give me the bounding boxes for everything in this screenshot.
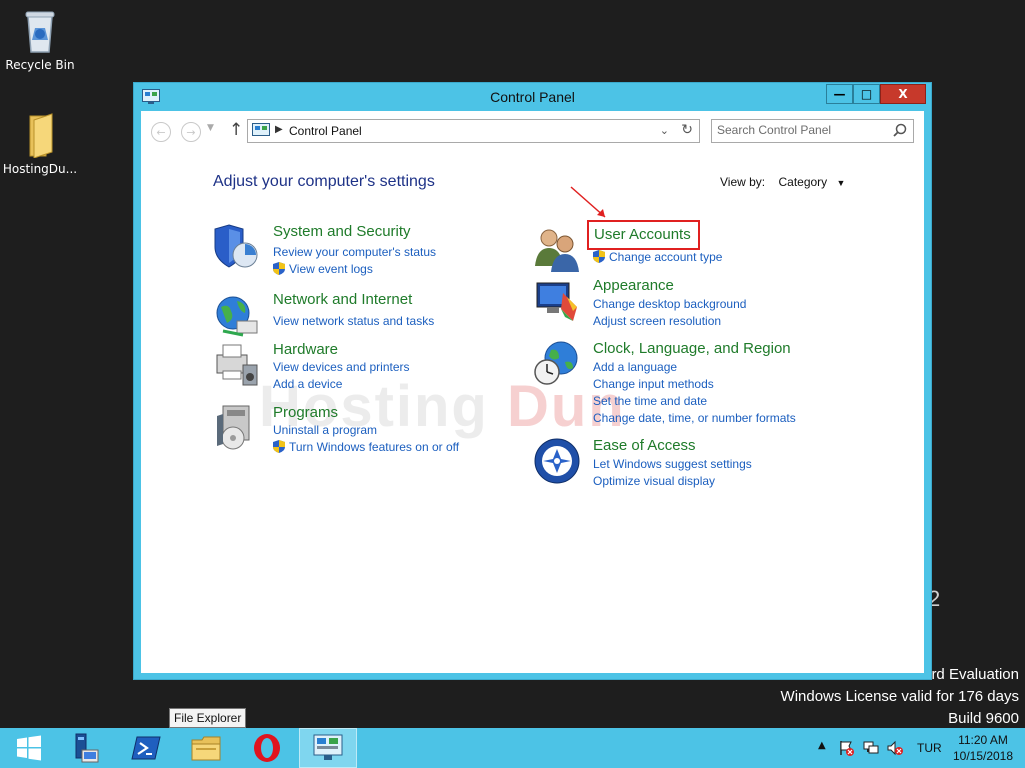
search-input[interactable] <box>717 123 887 137</box>
taskbar-server-manager[interactable] <box>55 728 113 768</box>
printer-icon <box>216 344 258 386</box>
network-icon <box>216 296 258 337</box>
programs-icon <box>217 405 250 450</box>
link-network-status[interactable]: View network status and tasks <box>273 313 434 330</box>
recent-locations-dropdown[interactable]: ▼ <box>207 123 214 133</box>
link-windows-suggest[interactable]: Let Windows suggest settings <box>593 456 752 473</box>
forward-button[interactable]: → <box>181 122 201 142</box>
start-icon <box>17 735 41 761</box>
back-button[interactable]: ← <box>151 122 171 142</box>
category-title[interactable]: User Accounts <box>594 226 691 243</box>
link-add-language[interactable]: Add a language <box>593 359 796 376</box>
control-panel-window: Control Panel — □ X ← → ▼ ↑ ▶ Control Pa… <box>133 82 932 680</box>
desktop-icon-hosting-folder[interactable]: HostingDu... <box>0 112 80 176</box>
navigation-bar: ← → ▼ ↑ ▶ Control Panel ⌄ ↻ <box>141 111 924 151</box>
arrow-up-icon: ↑ <box>229 120 244 140</box>
search-icon[interactable] <box>893 123 907 137</box>
arrow-right-icon: → <box>186 125 196 139</box>
minimize-button[interactable]: — <box>826 84 853 104</box>
clock-date: 10/15/2018 <box>952 749 1014 763</box>
title-bar[interactable]: Control Panel — □ X <box>134 83 931 111</box>
show-hidden-icons-button[interactable]: ▲ <box>818 740 826 751</box>
window-client-area: ← → ▼ ↑ ▶ Control Panel ⌄ ↻ Search Contr… <box>141 111 924 673</box>
chevron-down-icon[interactable]: ⌄ <box>660 124 669 137</box>
users-icon <box>535 229 579 272</box>
view-by: View by: Category ▼ <box>720 175 845 189</box>
search-box[interactable] <box>711 119 914 143</box>
breadcrumb-control-panel[interactable]: Control Panel <box>289 124 362 138</box>
control-panel-icon <box>252 123 270 136</box>
window-title: Control Panel <box>490 89 575 105</box>
category-title[interactable]: Network and Internet <box>273 291 412 308</box>
link-add-device[interactable]: Add a device <box>273 376 410 393</box>
taskbar-file-explorer[interactable] <box>177 728 235 768</box>
system-security-icon <box>214 224 258 268</box>
close-icon: X <box>898 87 908 101</box>
link-windows-features[interactable]: Turn Windows features on or off <box>273 439 459 456</box>
license-text: Windows License valid for 176 days <box>780 688 1019 705</box>
link-input-methods[interactable]: Change input methods <box>593 376 796 393</box>
evaluation-text: rd Evaluation <box>931 666 1019 683</box>
clock-time: 11:20 AM <box>958 733 1008 747</box>
build-text: Build 9600 <box>948 710 1019 727</box>
action-center-flag-icon[interactable] <box>838 740 854 756</box>
maximize-icon: □ <box>860 87 873 101</box>
annotation-arrow <box>570 186 606 218</box>
clock-globe-icon <box>534 341 578 385</box>
uac-shield-icon <box>593 250 605 263</box>
maximize-button[interactable]: □ <box>853 84 880 104</box>
link-set-time-date[interactable]: Set the time and date <box>593 393 796 410</box>
uac-shield-icon <box>273 440 285 453</box>
taskbar-opera[interactable] <box>238 728 296 768</box>
arrow-left-icon: ← <box>156 125 166 139</box>
desktop-icon-label: HostingDu... <box>2 162 78 176</box>
link-view-devices[interactable]: View devices and printers <box>273 359 410 376</box>
input-language-indicator[interactable]: TUR <box>917 741 942 755</box>
powershell-icon <box>131 736 161 760</box>
category-title[interactable]: Clock, Language, and Region <box>593 340 791 357</box>
file-explorer-icon <box>191 736 221 761</box>
link-screen-resolution[interactable]: Adjust screen resolution <box>593 313 746 330</box>
desktop-icon-label: Recycle Bin <box>5 58 75 72</box>
recycle-bin-icon <box>20 8 60 54</box>
chevron-down-icon[interactable]: ▼ <box>837 178 846 188</box>
folder-icon <box>20 112 60 159</box>
volume-muted-icon[interactable] <box>887 740 903 756</box>
system-clock[interactable]: 11:20 AM 10/15/2018 <box>950 732 1016 764</box>
link-uninstall-program[interactable]: Uninstall a program <box>273 422 459 439</box>
ease-of-access-icon <box>534 438 580 484</box>
link-review-status[interactable]: Review your computer's status <box>273 244 436 261</box>
category-title[interactable]: Hardware <box>273 341 338 358</box>
up-button[interactable]: ↑ <box>229 120 243 140</box>
uac-shield-icon <box>273 262 285 275</box>
taskbar-powershell[interactable] <box>117 728 175 768</box>
view-by-label: View by: <box>720 175 766 189</box>
network-status-icon[interactable] <box>863 740 879 756</box>
link-optimize-visual[interactable]: Optimize visual display <box>593 473 752 490</box>
link-view-event-logs[interactable]: View event logs <box>273 261 436 278</box>
link-change-account-type[interactable]: Change account type <box>593 249 722 266</box>
breadcrumb-separator-icon[interactable]: ▶ <box>275 124 283 135</box>
refresh-icon[interactable]: ↻ <box>681 122 693 138</box>
taskbar: ▲ TUR 11:20 AM 10/15/2018 <box>0 728 1025 768</box>
category-title[interactable]: Appearance <box>593 277 674 294</box>
address-bar[interactable]: ▶ Control Panel ⌄ ↻ <box>247 119 700 143</box>
page-heading: Adjust your computer's settings <box>213 173 435 190</box>
category-title[interactable]: Programs <box>273 404 338 421</box>
start-button[interactable] <box>0 728 58 768</box>
category-title[interactable]: Ease of Access <box>593 437 696 454</box>
desktop-icon-recycle-bin[interactable]: Recycle Bin <box>0 8 80 72</box>
opera-icon <box>254 734 280 762</box>
control-panel-icon <box>313 734 343 760</box>
minimize-icon: — <box>833 87 846 101</box>
taskbar-tooltip: File Explorer <box>169 708 247 728</box>
category-title[interactable]: System and Security <box>273 223 411 240</box>
server-manager-icon <box>75 733 99 763</box>
view-by-dropdown[interactable]: Category <box>778 175 827 189</box>
link-desktop-background[interactable]: Change desktop background <box>593 296 746 313</box>
taskbar-control-panel[interactable] <box>299 728 357 768</box>
close-button[interactable]: X <box>880 84 926 104</box>
appearance-icon <box>536 282 577 321</box>
link-date-time-formats[interactable]: Change date, time, or number formats <box>593 410 796 427</box>
